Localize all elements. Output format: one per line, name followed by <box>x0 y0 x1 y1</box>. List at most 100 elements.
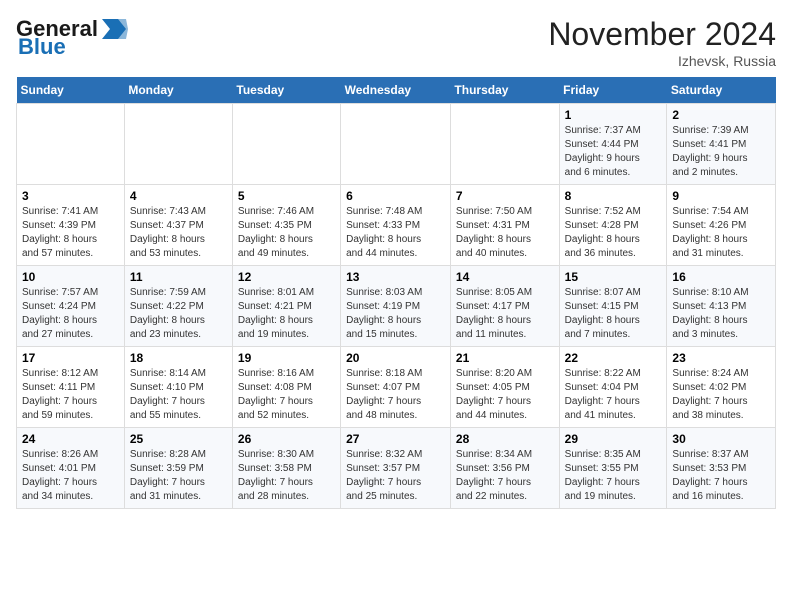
week-row-4: 24 Sunrise: 8:26 AM Sunset: 4:01 PM Dayli… <box>17 428 776 509</box>
calendar-cell: 26 Sunrise: 8:30 AM Sunset: 3:58 PM Dayli… <box>232 428 340 509</box>
calendar-cell: 7 Sunrise: 7:50 AM Sunset: 4:31 PM Daylig… <box>450 185 559 266</box>
day-number: 9 <box>672 189 770 203</box>
day-info: Sunrise: 7:41 AM Sunset: 4:39 PM Dayligh… <box>22 205 119 261</box>
header-thursday: Thursday <box>450 77 559 104</box>
day-number: 22 <box>565 351 662 365</box>
day-number: 30 <box>672 432 770 446</box>
day-number: 1 <box>565 108 662 122</box>
calendar-cell: 20 Sunrise: 8:18 AM Sunset: 4:07 PM Dayli… <box>341 347 451 428</box>
calendar-cell: 6 Sunrise: 7:48 AM Sunset: 4:33 PM Daylig… <box>341 185 451 266</box>
day-number: 16 <box>672 270 770 284</box>
day-number: 14 <box>456 270 554 284</box>
week-row-3: 17 Sunrise: 8:12 AM Sunset: 4:11 PM Dayli… <box>17 347 776 428</box>
day-number: 27 <box>346 432 445 446</box>
week-row-0: 1 Sunrise: 7:37 AM Sunset: 4:44 PM Daylig… <box>17 104 776 185</box>
calendar-cell: 12Sunrise: 8:01 AM Sunset: 4:21 PM Dayli… <box>232 266 340 347</box>
day-number: 18 <box>130 351 227 365</box>
day-info: Sunrise: 8:20 AM Sunset: 4:05 PM Dayligh… <box>456 367 554 423</box>
day-number: 25 <box>130 432 227 446</box>
day-info: Sunrise: 7:57 AM Sunset: 4:24 PM Dayligh… <box>22 286 119 342</box>
page-header: General Blue November 2024 Izhevsk, Russ… <box>16 16 776 69</box>
day-info: Sunrise: 8:07 AM Sunset: 4:15 PM Dayligh… <box>565 286 662 342</box>
month-title: November 2024 <box>548 16 776 53</box>
header-wednesday: Wednesday <box>341 77 451 104</box>
day-number: 20 <box>346 351 445 365</box>
calendar-cell: 11 Sunrise: 7:59 AM Sunset: 4:22 PM Dayli… <box>124 266 232 347</box>
calendar-cell <box>450 104 559 185</box>
calendar-cell: 18 Sunrise: 8:14 AM Sunset: 4:10 PM Dayli… <box>124 347 232 428</box>
header-friday: Friday <box>559 77 667 104</box>
day-number: 10 <box>22 270 119 284</box>
location: Izhevsk, Russia <box>548 53 776 69</box>
header-tuesday: Tuesday <box>232 77 340 104</box>
calendar-cell: 4 Sunrise: 7:43 AM Sunset: 4:37 PM Daylig… <box>124 185 232 266</box>
day-info: Sunrise: 7:48 AM Sunset: 4:33 PM Dayligh… <box>346 205 445 261</box>
day-info: Sunrise: 8:26 AM Sunset: 4:01 PM Dayligh… <box>22 448 119 504</box>
day-info: Sunrise: 7:46 AM Sunset: 4:35 PM Dayligh… <box>238 205 335 261</box>
day-number: 11 <box>130 270 227 284</box>
logo: General Blue <box>16 16 128 60</box>
calendar-cell: 21Sunrise: 8:20 AM Sunset: 4:05 PM Dayli… <box>450 347 559 428</box>
calendar-cell <box>124 104 232 185</box>
day-info: Sunrise: 8:16 AM Sunset: 4:08 PM Dayligh… <box>238 367 335 423</box>
calendar-cell: 27 Sunrise: 8:32 AM Sunset: 3:57 PM Dayli… <box>341 428 451 509</box>
header-monday: Monday <box>124 77 232 104</box>
calendar-cell: 9 Sunrise: 7:54 AM Sunset: 4:26 PM Daylig… <box>667 185 776 266</box>
logo-arrow-icon <box>100 19 128 41</box>
day-number: 28 <box>456 432 554 446</box>
day-info: Sunrise: 7:52 AM Sunset: 4:28 PM Dayligh… <box>565 205 662 261</box>
day-info: Sunrise: 8:37 AM Sunset: 3:53 PM Dayligh… <box>672 448 770 504</box>
calendar-cell: 15 Sunrise: 8:07 AM Sunset: 4:15 PM Dayli… <box>559 266 667 347</box>
day-info: Sunrise: 7:59 AM Sunset: 4:22 PM Dayligh… <box>130 286 227 342</box>
calendar-cell: 2Sunrise: 7:39 AM Sunset: 4:41 PM Daylig… <box>667 104 776 185</box>
header-sunday: Sunday <box>17 77 125 104</box>
day-info: Sunrise: 8:18 AM Sunset: 4:07 PM Dayligh… <box>346 367 445 423</box>
day-info: Sunrise: 8:22 AM Sunset: 4:04 PM Dayligh… <box>565 367 662 423</box>
day-number: 4 <box>130 189 227 203</box>
header-saturday: Saturday <box>667 77 776 104</box>
day-number: 29 <box>565 432 662 446</box>
day-number: 24 <box>22 432 119 446</box>
day-number: 17 <box>22 351 119 365</box>
calendar-cell: 8 Sunrise: 7:52 AM Sunset: 4:28 PM Daylig… <box>559 185 667 266</box>
calendar-cell: 23 Sunrise: 8:24 AM Sunset: 4:02 PM Dayli… <box>667 347 776 428</box>
day-number: 5 <box>238 189 335 203</box>
day-number: 8 <box>565 189 662 203</box>
day-info: Sunrise: 8:24 AM Sunset: 4:02 PM Dayligh… <box>672 367 770 423</box>
calendar-cell: 16 Sunrise: 8:10 AM Sunset: 4:13 PM Dayli… <box>667 266 776 347</box>
calendar-table: SundayMondayTuesdayWednesdayThursdayFrid… <box>16 77 776 509</box>
day-info: Sunrise: 8:01 AM Sunset: 4:21 PM Dayligh… <box>238 286 335 342</box>
day-info: Sunrise: 8:32 AM Sunset: 3:57 PM Dayligh… <box>346 448 445 504</box>
day-info: Sunrise: 7:37 AM Sunset: 4:44 PM Dayligh… <box>565 124 662 180</box>
calendar-cell: 5 Sunrise: 7:46 AM Sunset: 4:35 PM Daylig… <box>232 185 340 266</box>
day-info: Sunrise: 8:05 AM Sunset: 4:17 PM Dayligh… <box>456 286 554 342</box>
day-info: Sunrise: 8:10 AM Sunset: 4:13 PM Dayligh… <box>672 286 770 342</box>
calendar-cell: 28 Sunrise: 8:34 AM Sunset: 3:56 PM Dayli… <box>450 428 559 509</box>
day-number: 26 <box>238 432 335 446</box>
day-info: Sunrise: 8:14 AM Sunset: 4:10 PM Dayligh… <box>130 367 227 423</box>
day-number: 7 <box>456 189 554 203</box>
calendar-cell: 24 Sunrise: 8:26 AM Sunset: 4:01 PM Dayli… <box>17 428 125 509</box>
day-info: Sunrise: 8:34 AM Sunset: 3:56 PM Dayligh… <box>456 448 554 504</box>
calendar-cell <box>232 104 340 185</box>
day-number: 6 <box>346 189 445 203</box>
day-number: 15 <box>565 270 662 284</box>
day-info: Sunrise: 8:12 AM Sunset: 4:11 PM Dayligh… <box>22 367 119 423</box>
title-block: November 2024 Izhevsk, Russia <box>548 16 776 69</box>
day-number: 23 <box>672 351 770 365</box>
calendar-cell: 30 Sunrise: 8:37 AM Sunset: 3:53 PM Dayli… <box>667 428 776 509</box>
day-info: Sunrise: 8:03 AM Sunset: 4:19 PM Dayligh… <box>346 286 445 342</box>
calendar-cell: 14 Sunrise: 8:05 AM Sunset: 4:17 PM Dayli… <box>450 266 559 347</box>
day-info: Sunrise: 7:43 AM Sunset: 4:37 PM Dayligh… <box>130 205 227 261</box>
day-info: Sunrise: 7:39 AM Sunset: 4:41 PM Dayligh… <box>672 124 770 180</box>
calendar-cell: 1 Sunrise: 7:37 AM Sunset: 4:44 PM Daylig… <box>559 104 667 185</box>
calendar-cell: 13Sunrise: 8:03 AM Sunset: 4:19 PM Dayli… <box>341 266 451 347</box>
day-info: Sunrise: 7:50 AM Sunset: 4:31 PM Dayligh… <box>456 205 554 261</box>
calendar-cell: 17 Sunrise: 8:12 AM Sunset: 4:11 PM Dayli… <box>17 347 125 428</box>
day-info: Sunrise: 8:30 AM Sunset: 3:58 PM Dayligh… <box>238 448 335 504</box>
calendar-cell <box>341 104 451 185</box>
day-info: Sunrise: 8:28 AM Sunset: 3:59 PM Dayligh… <box>130 448 227 504</box>
day-number: 3 <box>22 189 119 203</box>
day-info: Sunrise: 7:54 AM Sunset: 4:26 PM Dayligh… <box>672 205 770 261</box>
day-info: Sunrise: 8:35 AM Sunset: 3:55 PM Dayligh… <box>565 448 662 504</box>
